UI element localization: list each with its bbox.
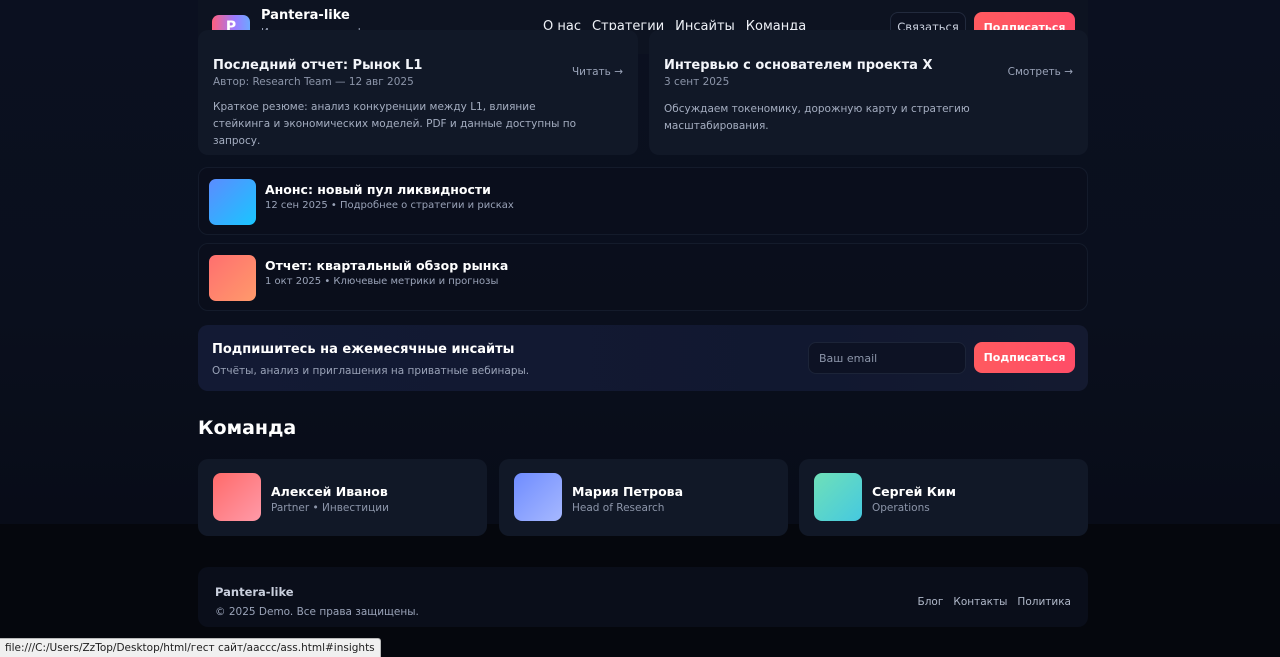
item-title: Отчет: квартальный обзор рынка — [265, 258, 509, 273]
footer-link-contacts[interactable]: Контакты — [953, 596, 1007, 608]
post-card-interview: Интервью с основателем проекта X 3 сент … — [649, 30, 1088, 155]
team-card: Мария Петрова Head of Research — [499, 459, 788, 536]
newsletter-subscribe-button[interactable]: Подписаться — [974, 342, 1075, 373]
avatar — [213, 473, 261, 521]
post-meta: 3 сент 2025 — [664, 76, 730, 88]
read-link[interactable]: Читать → — [572, 66, 623, 78]
team-card: Алексей Иванов Partner • Инвестиции — [198, 459, 487, 536]
newsletter-section: Подпишитесь на ежемесячные инсайты Отчёт… — [198, 325, 1088, 391]
member-name: Сергей Ким — [872, 484, 956, 499]
post-title: Последний отчет: Рынок L1 — [213, 58, 423, 73]
item-thumbnail — [209, 255, 256, 301]
item-meta: 12 сен 2025 • Подробнее о стратегии и ри… — [265, 200, 514, 211]
member-name: Алексей Иванов — [271, 484, 388, 499]
footer-link-policy[interactable]: Политика — [1017, 596, 1071, 608]
site-footer: Pantera-like © 2025 Demo. Все права защи… — [198, 567, 1088, 627]
post-card-report: Последний отчет: Рынок L1 Автор: Researc… — [198, 30, 638, 155]
post-summary: Краткое резюме: анализ конкуренции между… — [213, 101, 577, 147]
list-item[interactable]: Анонс: новый пул ликвидности 12 сен 2025… — [198, 167, 1088, 235]
post-title: Интервью с основателем проекта X — [664, 58, 933, 73]
footer-copyright: © 2025 Demo. Все права защищены. — [215, 606, 419, 618]
avatar — [814, 473, 862, 521]
team-card: Сергей Ким Operations — [799, 459, 1088, 536]
item-thumbnail — [209, 179, 256, 225]
footer-links: Блог Контакты Политика — [918, 596, 1071, 608]
post-meta: Автор: Research Team — 12 авг 2025 — [213, 76, 414, 88]
member-name: Мария Петрова — [572, 484, 684, 499]
footer-link-blog[interactable]: Блог — [918, 596, 944, 608]
watch-link[interactable]: Смотреть → — [1008, 66, 1073, 78]
member-role: Head of Research — [572, 502, 665, 514]
item-meta: 1 окт 2025 • Ключевые метрики и прогнозы — [265, 276, 499, 287]
member-role: Operations — [872, 502, 930, 514]
email-input[interactable] — [808, 342, 966, 374]
list-item[interactable]: Отчет: квартальный обзор рынка 1 окт 202… — [198, 243, 1088, 311]
member-role: Partner • Инвестиции — [271, 502, 389, 514]
newsletter-subtitle: Отчёты, анализ и приглашения на приватны… — [212, 365, 530, 377]
item-title: Анонс: новый пул ликвидности — [265, 182, 491, 197]
post-summary: Обсуждаем токеномику, дорожную карту и с… — [664, 103, 970, 132]
browser-status-url: file:///C:/Users/ZzTop/Desktop/html/гест… — [0, 638, 381, 657]
team-heading: Команда — [198, 417, 297, 439]
avatar — [514, 473, 562, 521]
footer-brand: Pantera-like — [215, 585, 294, 599]
brand-name: Pantera-like — [261, 8, 350, 23]
newsletter-title: Подпишитесь на ежемесячные инсайты — [212, 342, 515, 357]
